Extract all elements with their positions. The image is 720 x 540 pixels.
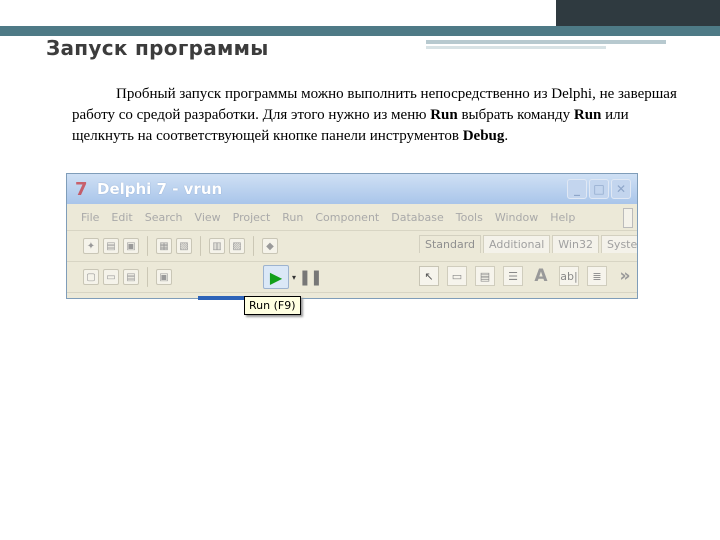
component-palette-tabs: Standard Additional Win32 System Da: [419, 235, 637, 253]
tab-system[interactable]: System: [600, 235, 637, 253]
add-file-icon[interactable]: ▥: [209, 238, 225, 254]
slide-title: Запуск программы: [46, 36, 269, 60]
menu-run[interactable]: Run: [282, 211, 303, 224]
menu-database[interactable]: Database: [391, 211, 444, 224]
open-icon[interactable]: ▤: [103, 238, 119, 254]
window-titlebar[interactable]: 7 Delphi 7 - vrun _ □ ✕: [67, 174, 637, 204]
decorative-line: [426, 46, 606, 49]
more-components-chevron-icon[interactable]: »: [615, 266, 635, 286]
standard-toolbar: ✦ ▤ ▣ ▦ ▧ ▥ ▨ ◆ Standard Additional Win3…: [67, 231, 637, 262]
toolbar-separator: [147, 267, 148, 287]
menu-bar: File Edit Search View Project Run Compon…: [67, 204, 637, 231]
open-project-icon[interactable]: ▧: [176, 238, 192, 254]
menu-project[interactable]: Project: [233, 211, 271, 224]
new-items-icon[interactable]: ✦: [83, 238, 99, 254]
label-component-icon[interactable]: A: [531, 266, 551, 286]
main-menu-icon[interactable]: ▤: [475, 266, 495, 286]
menu-file[interactable]: File: [81, 211, 99, 224]
menu-edit[interactable]: Edit: [111, 211, 132, 224]
tab-additional[interactable]: Additional: [483, 235, 551, 253]
new-form-icon[interactable]: ▣: [156, 269, 172, 285]
save-icon[interactable]: ▣: [123, 238, 139, 254]
view-form-icon[interactable]: ▭: [103, 269, 119, 285]
popup-menu-icon[interactable]: ☰: [503, 266, 523, 286]
toggle-form-unit-icon[interactable]: ▤: [123, 269, 139, 285]
run-button-group: ▶ ▾ ❚❚: [263, 265, 345, 289]
maximize-button[interactable]: □: [589, 179, 609, 199]
decorative-line: [426, 40, 666, 44]
menu-window[interactable]: Window: [495, 211, 538, 224]
menu-component[interactable]: Component: [315, 211, 379, 224]
tab-standard[interactable]: Standard: [419, 235, 482, 253]
debug-toolbar-term: Debug: [462, 128, 505, 144]
close-button[interactable]: ✕: [611, 179, 631, 199]
debug-toolbar: ▢ ▭ ▤ ▣ ▶ ▾ ❚❚ ↖ ▭ ▤ ☰ A ab| ≣ »: [67, 262, 637, 293]
toolbar-separator: [147, 236, 148, 256]
menu-view[interactable]: View: [195, 211, 221, 224]
run-button[interactable]: ▶: [263, 265, 289, 289]
frames-icon[interactable]: ▭: [447, 266, 467, 286]
caption-buttons: _ □ ✕: [567, 179, 631, 199]
save-all-icon[interactable]: ▦: [156, 238, 172, 254]
help-icon[interactable]: ◆: [262, 238, 278, 254]
memo-component-icon[interactable]: ≣: [587, 266, 607, 286]
paragraph-text: выбрать команду: [457, 107, 574, 123]
menu-help[interactable]: Help: [550, 211, 575, 224]
menu-search[interactable]: Search: [145, 211, 183, 224]
tab-win32[interactable]: Win32: [552, 235, 599, 253]
remove-file-icon[interactable]: ▨: [229, 238, 245, 254]
run-command-term: Run: [573, 107, 602, 123]
run-tooltip: Run (F9): [244, 296, 301, 315]
menu-scroll-grip[interactable]: [623, 208, 633, 228]
component-palette-icons: ↖ ▭ ▤ ☰ A ab| ≣ »: [419, 266, 635, 286]
window-title: Delphi 7 - vrun: [97, 180, 223, 198]
delphi-ide-window: 7 Delphi 7 - vrun _ □ ✕ File Edit Search…: [66, 173, 638, 299]
paragraph-text: .: [504, 128, 509, 144]
edit-component-icon[interactable]: ab|: [559, 266, 579, 286]
pointer-tool-icon[interactable]: ↖: [419, 266, 439, 286]
header-dark-block: [556, 0, 720, 26]
slide-paragraph: Пробный запуск программы можно выполнить…: [72, 84, 682, 147]
toolbar-separator: [253, 236, 254, 256]
menu-tools[interactable]: Tools: [456, 211, 483, 224]
minimize-button[interactable]: _: [567, 179, 587, 199]
delphi-logo-icon: 7: [75, 178, 88, 200]
view-unit-icon[interactable]: ▢: [83, 269, 99, 285]
pause-button[interactable]: ❚❚: [298, 266, 322, 288]
header-accent-band: [0, 26, 720, 36]
run-menu-term: Run: [430, 107, 458, 123]
toolbar-separator: [200, 236, 201, 256]
